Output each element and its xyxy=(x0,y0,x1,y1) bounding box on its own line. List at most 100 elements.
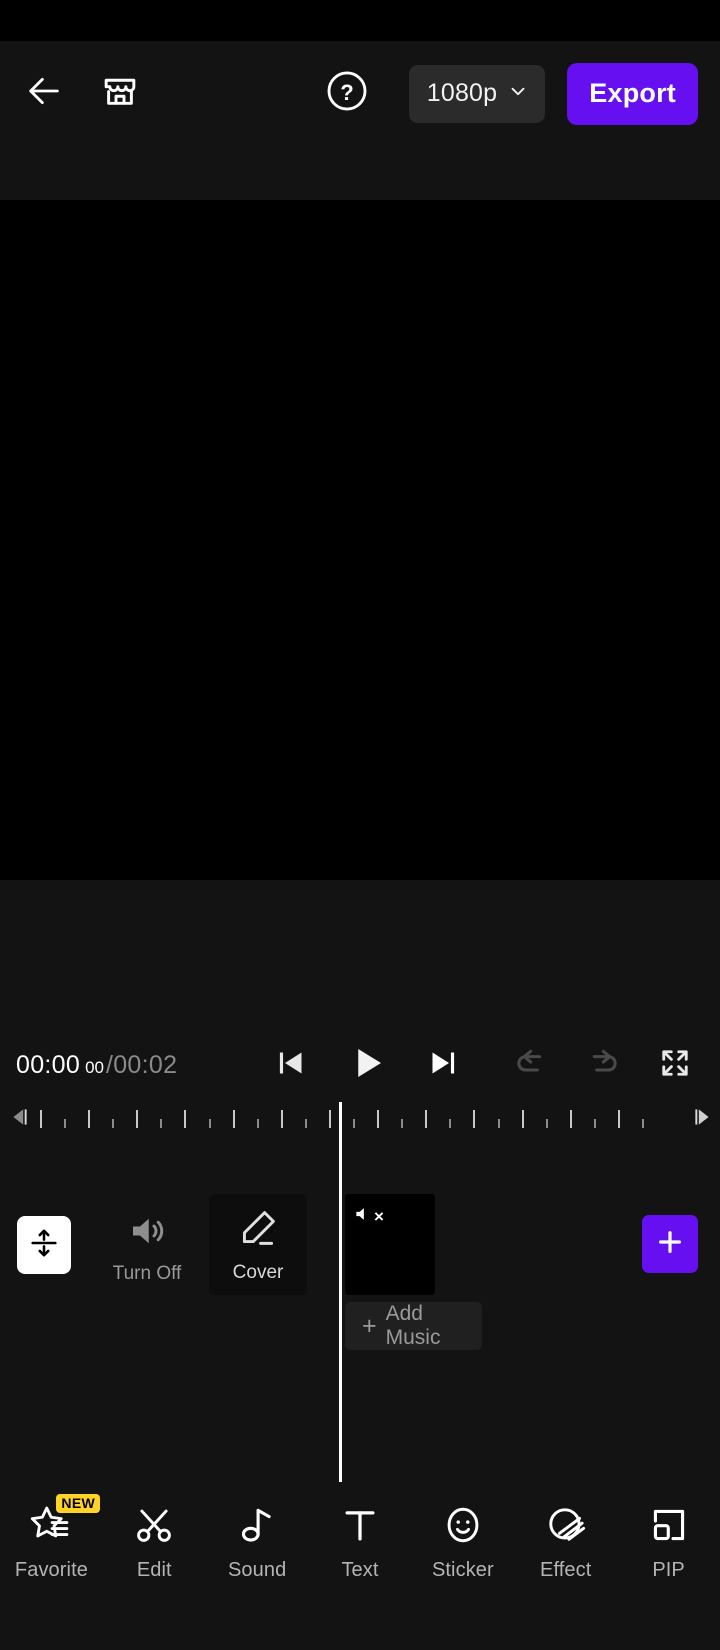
turn-off-audio-button[interactable]: Turn Off xyxy=(108,1210,186,1285)
next-frame-button[interactable] xyxy=(416,1038,470,1092)
ruler-tick xyxy=(545,1119,548,1128)
add-music-button[interactable]: + Add Music xyxy=(345,1302,482,1350)
play-button[interactable] xyxy=(340,1038,394,1092)
smiley-face-icon xyxy=(441,1502,485,1548)
ruler-tick xyxy=(112,1119,115,1128)
fullscreen-button[interactable] xyxy=(648,1038,702,1092)
playhead[interactable] xyxy=(339,1102,342,1482)
resolution-value: 1080p xyxy=(426,79,498,107)
video-preview-canvas[interactable] xyxy=(0,200,720,880)
redo-button[interactable] xyxy=(576,1038,630,1092)
ruler-tick xyxy=(328,1110,331,1128)
text-t-icon xyxy=(338,1502,382,1548)
nav-item-edit[interactable]: Edit xyxy=(103,1502,206,1582)
reorder-vertical-icon xyxy=(27,1226,61,1265)
volume-muted-icon xyxy=(353,1204,373,1229)
cover-button[interactable]: Cover xyxy=(209,1194,307,1295)
back-button[interactable] xyxy=(12,62,76,126)
ruler-tick xyxy=(642,1119,644,1128)
redo-icon xyxy=(584,1044,622,1087)
current-time: 00:00 xyxy=(16,1050,81,1079)
transport-controls: 00:00 00 /00:02 xyxy=(0,1035,720,1095)
ruler-tick xyxy=(256,1119,259,1128)
pencil-edit-icon xyxy=(236,1206,280,1255)
ruler-tick xyxy=(521,1110,524,1128)
new-badge: NEW xyxy=(56,1494,100,1513)
nav-label-text: Text xyxy=(341,1559,379,1581)
export-button-label: Export xyxy=(589,78,676,108)
add-music-label: Add Music xyxy=(385,1302,441,1349)
video-clip[interactable]: × xyxy=(345,1194,435,1295)
previous-frame-button[interactable] xyxy=(264,1038,318,1092)
top-bar: ? 1080p Export xyxy=(0,41,720,200)
resolution-selector[interactable]: 1080p xyxy=(408,64,546,123)
picture-in-picture-icon xyxy=(647,1502,691,1548)
clip-mute-mark: × xyxy=(374,1207,384,1226)
nav-label-sticker: Sticker xyxy=(431,1559,494,1581)
current-frames: 00 xyxy=(85,1057,104,1077)
export-button[interactable]: Export xyxy=(567,62,698,125)
ruler-tick xyxy=(401,1119,404,1128)
skip-previous-icon xyxy=(273,1045,309,1086)
timeline-ruler[interactable] xyxy=(0,1098,720,1134)
ruler-tick xyxy=(425,1110,428,1128)
star-list-icon: NEW xyxy=(28,1494,100,1548)
help-circle-icon: ? xyxy=(324,68,370,119)
scroll-right-arrow-icon[interactable] xyxy=(688,1104,714,1135)
cover-label: Cover xyxy=(232,1261,284,1283)
undo-icon xyxy=(512,1044,550,1087)
ruler-tick xyxy=(377,1110,380,1128)
ruler-tick xyxy=(160,1119,163,1128)
nav-label-effect: Effect xyxy=(540,1559,592,1581)
scroll-left-arrow-icon[interactable] xyxy=(8,1104,34,1135)
ruler-tick xyxy=(184,1110,187,1128)
ruler-tick xyxy=(353,1119,356,1128)
nav-label-edit: Edit xyxy=(136,1559,172,1581)
nav-item-text[interactable]: Text xyxy=(309,1502,412,1582)
chevron-down-icon xyxy=(507,80,529,107)
nav-item-sound[interactable]: Sound xyxy=(206,1502,309,1582)
ruler-tick xyxy=(64,1119,67,1128)
fullscreen-icon xyxy=(657,1045,693,1086)
ruler-tick xyxy=(473,1110,476,1128)
nav-label-sound: Sound xyxy=(227,1559,287,1581)
help-button[interactable]: ? xyxy=(319,66,375,122)
nav-label-pip: PIP xyxy=(652,1559,685,1581)
ruler-tick xyxy=(304,1119,307,1128)
nav-label-favorite: Favorite xyxy=(14,1559,88,1581)
ruler-tick xyxy=(40,1110,42,1128)
ruler-tick xyxy=(449,1119,452,1128)
ruler-tick xyxy=(569,1110,572,1128)
ruler-ticks xyxy=(40,1098,652,1134)
nav-item-pip[interactable]: PIP xyxy=(617,1502,720,1582)
shop-button[interactable] xyxy=(90,64,150,124)
ruler-tick xyxy=(136,1110,139,1128)
nav-item-effect[interactable]: Effect xyxy=(514,1502,617,1582)
ruler-tick xyxy=(208,1119,211,1128)
ruler-tick xyxy=(593,1119,596,1128)
ruler-tick xyxy=(232,1110,235,1128)
add-clip-button[interactable] xyxy=(642,1215,698,1273)
track-reorder-button[interactable] xyxy=(17,1216,71,1274)
plus-icon xyxy=(654,1226,686,1263)
status-bar xyxy=(0,0,720,41)
skip-next-icon xyxy=(425,1045,461,1086)
svg-text:?: ? xyxy=(340,80,353,105)
arrow-left-icon xyxy=(24,71,64,116)
effect-lines-icon xyxy=(544,1502,588,1548)
ruler-tick xyxy=(280,1110,283,1128)
nav-item-sticker[interactable]: Sticker xyxy=(411,1502,514,1582)
ruler-tick xyxy=(617,1110,620,1128)
nav-item-favorite[interactable]: NEW Favorite xyxy=(0,1494,103,1582)
add-music-plus: + xyxy=(362,1311,377,1340)
turn-off-label: Turn Off xyxy=(112,1263,182,1284)
ruler-tick xyxy=(88,1110,91,1128)
ruler-tick xyxy=(497,1119,500,1128)
scissors-icon xyxy=(132,1502,176,1548)
bottom-toolbar: NEW Favorite Edit Sound Text Sticker Eff… xyxy=(0,1488,720,1650)
timecode-display: 00:00 00 /00:02 xyxy=(16,1051,177,1080)
volume-on-icon xyxy=(126,1210,168,1257)
undo-button[interactable] xyxy=(504,1038,558,1092)
music-note-icon xyxy=(235,1502,279,1548)
clip-mute-indicator: × xyxy=(353,1204,384,1229)
